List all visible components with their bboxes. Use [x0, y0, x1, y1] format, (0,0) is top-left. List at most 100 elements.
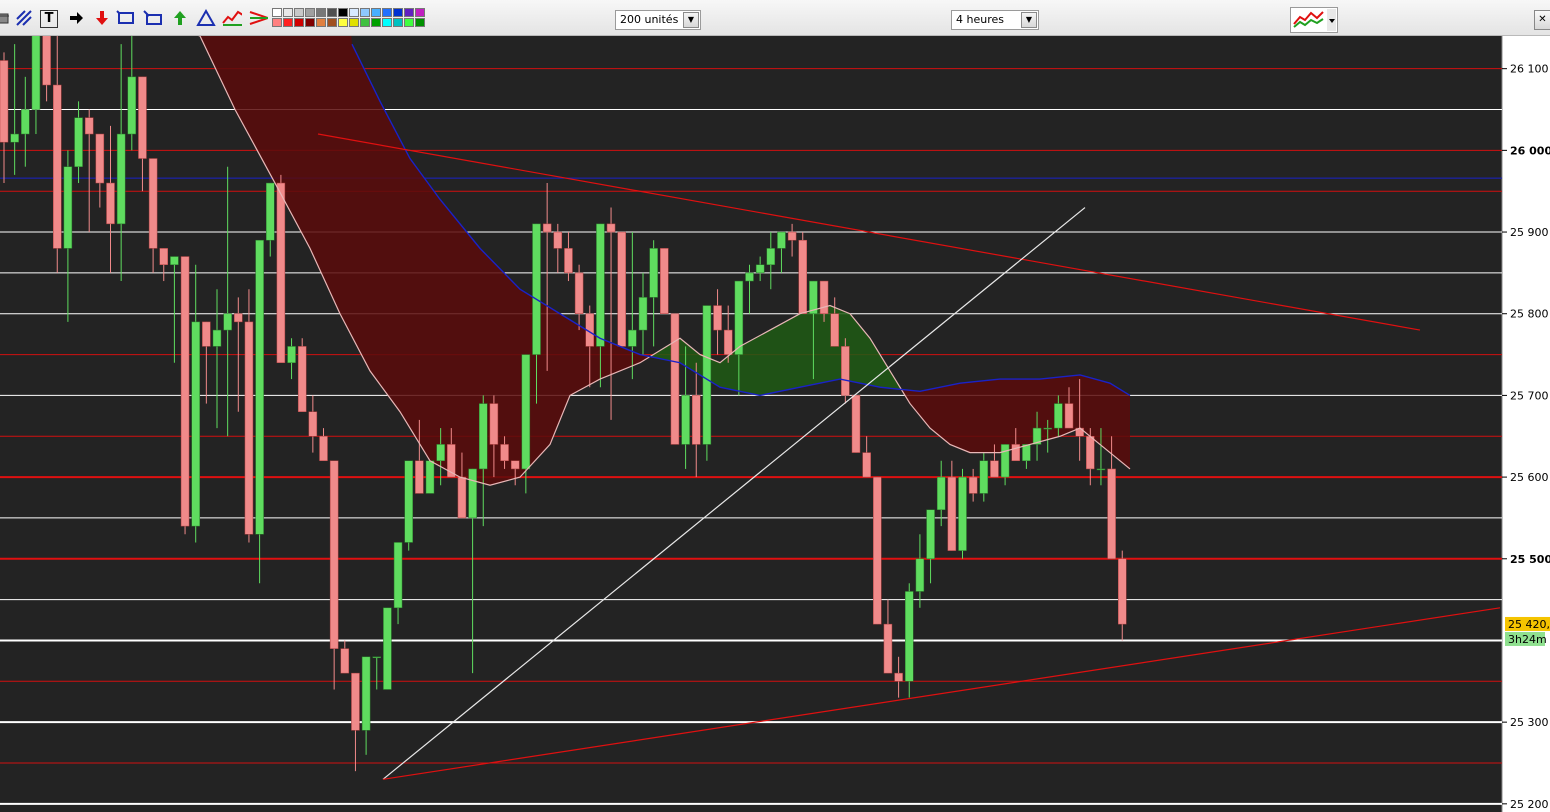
- candle-body: [116, 133, 126, 225]
- color-swatch[interactable]: [349, 18, 359, 27]
- indicator-icon[interactable]: [222, 8, 242, 28]
- color-swatch[interactable]: [316, 18, 326, 27]
- color-swatch[interactable]: [294, 18, 304, 27]
- candle-body: [734, 280, 744, 355]
- candle-body: [766, 248, 776, 265]
- color-swatch[interactable]: [415, 18, 425, 27]
- color-swatch[interactable]: [283, 8, 293, 17]
- color-swatch[interactable]: [415, 8, 425, 17]
- close-button[interactable]: ✕: [1534, 10, 1550, 30]
- chevron-down-icon[interactable]: ▼: [683, 12, 699, 28]
- candle-body: [979, 460, 989, 494]
- candle-body: [926, 509, 935, 560]
- last-price-label: 25 420,2: [1508, 618, 1550, 631]
- candle-body: [798, 239, 807, 314]
- arrow-up-icon[interactable]: [170, 8, 190, 28]
- candle-body: [148, 158, 158, 249]
- candle-body: [95, 133, 105, 184]
- color-swatch[interactable]: [327, 8, 337, 17]
- color-swatch[interactable]: [294, 8, 304, 17]
- candle-body: [574, 272, 584, 314]
- candle-body: [1064, 403, 1074, 429]
- color-swatch[interactable]: [305, 8, 315, 17]
- units-select[interactable]: 200 unités ▼: [615, 10, 701, 30]
- color-swatch[interactable]: [360, 18, 370, 27]
- countdown-label: 3h24m: [1508, 633, 1547, 646]
- candle-body: [1054, 403, 1063, 429]
- candle: [297, 338, 307, 412]
- candle-body: [596, 223, 605, 347]
- color-swatch[interactable]: [371, 8, 381, 17]
- color-palette: [272, 8, 425, 27]
- candle-body: [1043, 427, 1052, 430]
- timeframe-select[interactable]: 4 heures ▼: [951, 10, 1039, 30]
- candle-body: [383, 607, 392, 690]
- color-swatch[interactable]: [272, 18, 282, 27]
- color-swatch[interactable]: [338, 8, 348, 17]
- candle: [425, 460, 435, 494]
- candle-body: [894, 672, 903, 682]
- color-swatch[interactable]: [327, 18, 337, 27]
- color-swatch[interactable]: [349, 8, 359, 17]
- candle-body: [127, 76, 137, 135]
- color-swatch[interactable]: [371, 18, 381, 27]
- candle-body: [606, 223, 616, 233]
- candle-body: [138, 76, 147, 159]
- chevron-down-icon[interactable]: ▼: [1021, 12, 1037, 28]
- color-swatch[interactable]: [382, 18, 392, 27]
- candle-body: [42, 36, 51, 86]
- candle-body: [53, 84, 62, 249]
- arrow-right-icon[interactable]: [66, 8, 86, 28]
- candle-body: [564, 248, 573, 274]
- channel-icon[interactable]: [143, 8, 163, 28]
- candle-body: [692, 395, 701, 445]
- candle-body: [340, 648, 350, 674]
- candle: [244, 289, 254, 543]
- color-swatch[interactable]: [360, 8, 370, 17]
- color-swatch[interactable]: [393, 18, 403, 27]
- candle-body: [84, 117, 94, 135]
- indicators-menu-button[interactable]: [1290, 7, 1338, 33]
- y-tick-label: 25 800: [1510, 308, 1549, 321]
- candle-body: [31, 36, 41, 110]
- candle-body: [1000, 444, 1010, 478]
- timeframe-select-value: 4 heures: [956, 13, 1004, 26]
- arrow-down-icon[interactable]: [92, 8, 112, 28]
- candle: [404, 460, 413, 551]
- erase-icon[interactable]: [0, 8, 14, 28]
- candle: [617, 231, 626, 347]
- units-select-value: 200 unités: [620, 13, 679, 26]
- candle-body: [308, 411, 318, 437]
- color-swatch[interactable]: [283, 18, 293, 27]
- candle: [873, 476, 882, 625]
- color-swatch[interactable]: [382, 8, 392, 17]
- candle-body: [510, 460, 520, 470]
- color-swatch[interactable]: [305, 18, 315, 27]
- candle-body: [521, 354, 531, 470]
- text-tool-icon[interactable]: T: [40, 10, 58, 28]
- candle-body: [244, 321, 254, 535]
- fibonacci-fan-icon[interactable]: [196, 8, 216, 28]
- y-tick-label: 26 000: [1510, 144, 1550, 157]
- candle: [702, 305, 712, 461]
- candle-body: [990, 460, 999, 478]
- candle-body: [819, 280, 829, 314]
- y-tick-label: 25 200: [1510, 798, 1549, 811]
- price-chart[interactable]: 26 100 26 000 25 900 25 800 25 700 25 600 25 5…: [0, 36, 1550, 812]
- candle-body: [723, 329, 733, 355]
- pitchfork-icon[interactable]: [248, 8, 268, 28]
- trendline-icon[interactable]: [14, 8, 34, 28]
- color-swatch[interactable]: [393, 8, 403, 17]
- color-swatch[interactable]: [272, 8, 282, 17]
- rectangle-icon[interactable]: [116, 8, 136, 28]
- candle-body: [542, 223, 552, 233]
- color-swatch[interactable]: [404, 8, 414, 17]
- candle-body: [255, 239, 264, 535]
- candle-body: [223, 313, 232, 331]
- color-swatch[interactable]: [338, 18, 348, 27]
- color-swatch[interactable]: [404, 18, 414, 27]
- candle-body: [202, 321, 211, 347]
- candle-body: [851, 395, 861, 453]
- color-swatch[interactable]: [316, 8, 326, 17]
- candle-body: [372, 656, 381, 659]
